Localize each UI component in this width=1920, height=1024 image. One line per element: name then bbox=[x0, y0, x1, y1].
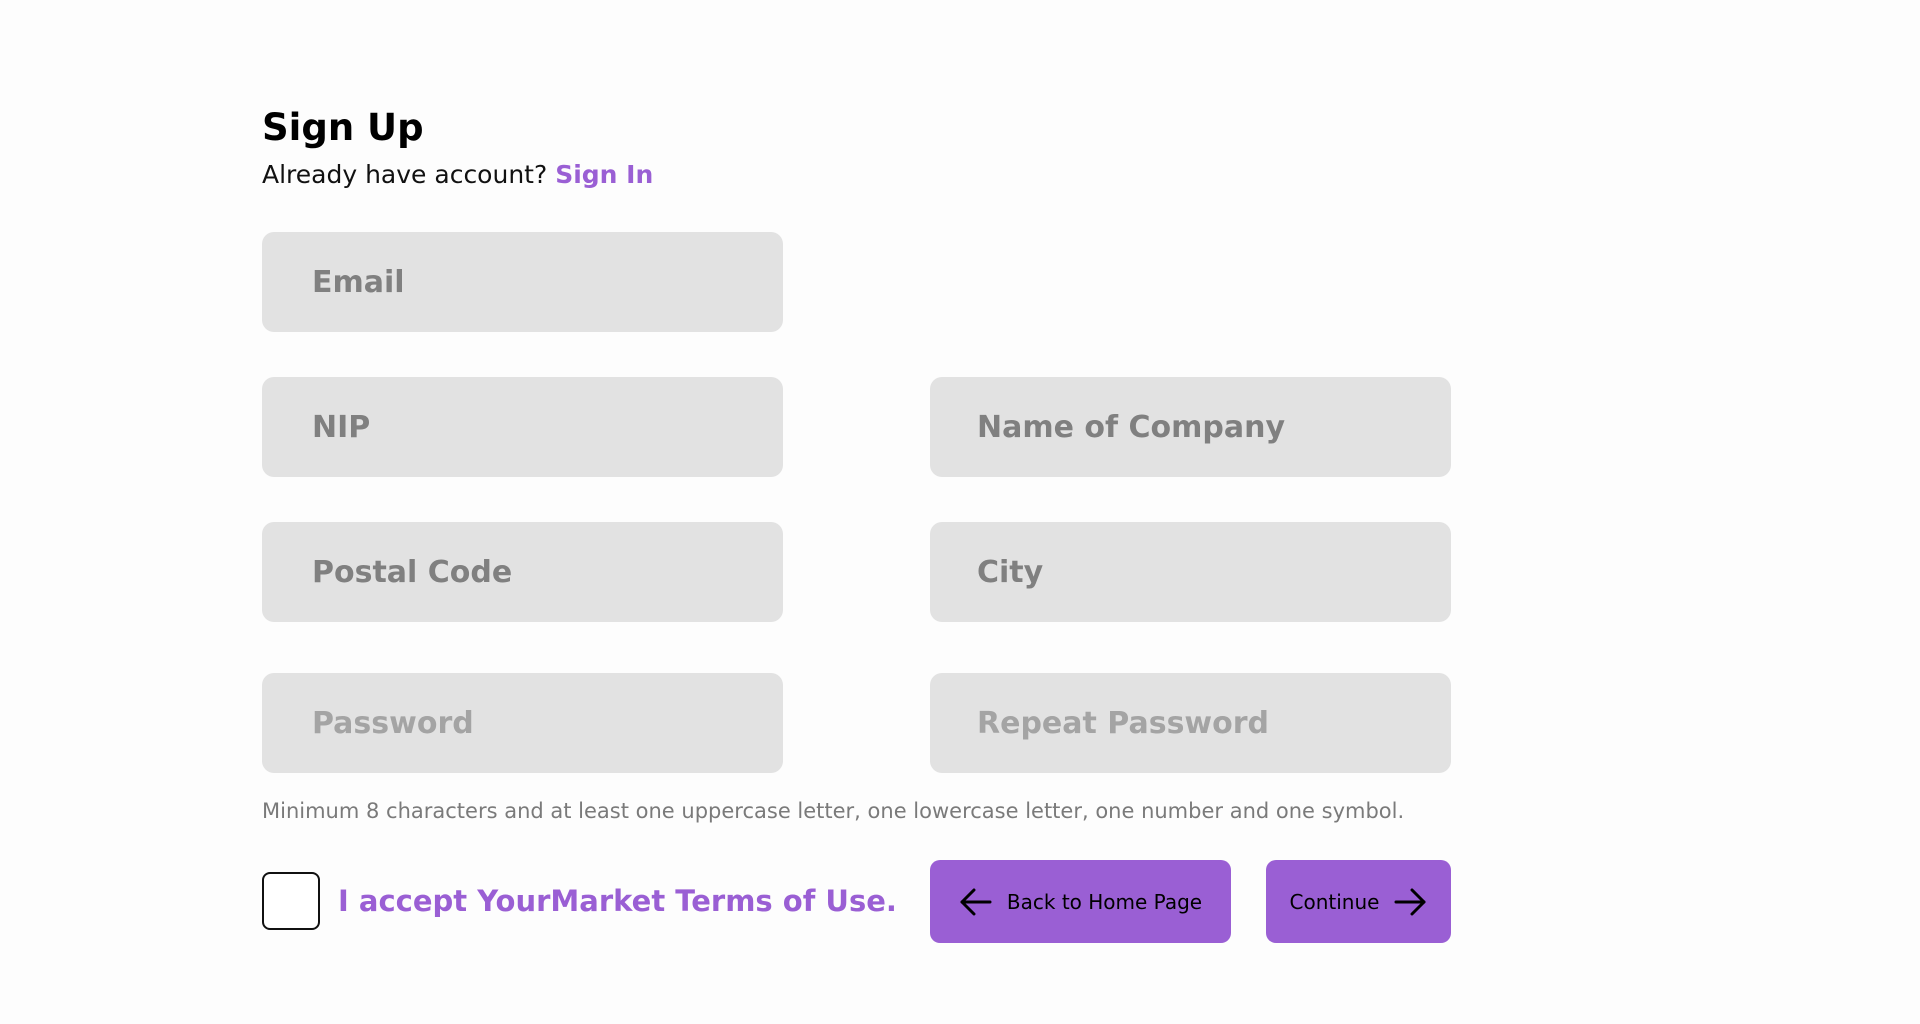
postal-code-input[interactable] bbox=[262, 522, 783, 622]
nip-input[interactable] bbox=[262, 377, 783, 477]
back-to-home-button[interactable]: Back to Home Page bbox=[930, 860, 1231, 943]
page-title: Sign Up bbox=[262, 106, 424, 149]
terms-label[interactable]: I accept YourMarket Terms of Use. bbox=[338, 880, 897, 922]
repeat-password-input[interactable] bbox=[930, 673, 1451, 773]
terms-checkbox[interactable] bbox=[262, 872, 320, 930]
email-input[interactable] bbox=[262, 232, 783, 332]
city-input[interactable] bbox=[930, 522, 1451, 622]
arrow-right-icon bbox=[1393, 887, 1427, 917]
password-input[interactable] bbox=[262, 673, 783, 773]
signin-prompt-text: Already have account? bbox=[262, 160, 548, 189]
signup-page: Sign Up Already have account? Sign In Mi… bbox=[0, 0, 1920, 1024]
signin-prompt: Already have account? Sign In bbox=[262, 157, 653, 193]
arrow-left-icon bbox=[959, 887, 993, 917]
password-hint: Minimum 8 characters and at least one up… bbox=[262, 799, 1405, 823]
continue-button[interactable]: Continue bbox=[1266, 860, 1451, 943]
continue-label: Continue bbox=[1289, 889, 1380, 914]
back-to-home-label: Back to Home Page bbox=[1006, 889, 1203, 914]
company-name-input[interactable] bbox=[930, 377, 1451, 477]
signin-link[interactable]: Sign In bbox=[555, 160, 653, 189]
